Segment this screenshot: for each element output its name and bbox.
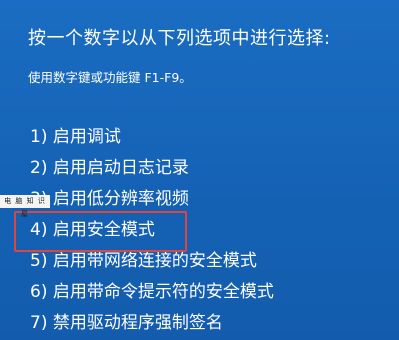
watermark-label: 电 脑 知 识 屋: [0, 195, 50, 218]
option-number: 1): [30, 127, 48, 147]
option-label: 启用带命令提示符的安全模式: [52, 282, 274, 302]
option-number: 6): [30, 282, 48, 302]
selection-prompt: 按一个数字以从下列选项中进行选择:: [28, 28, 331, 49]
option-safe-mode-with-command-prompt[interactable]: 6) 启用带命令提示符的安全模式: [30, 279, 274, 305]
option-label: 启用带网络连接的安全模式: [52, 251, 257, 271]
startup-settings-screen: 按一个数字以从下列选项中进行选择: 使用数字键或功能键 F1-F9。 1) 启用…: [0, 0, 399, 340]
option-enable-boot-logging[interactable]: 2) 启用启动日志记录: [30, 155, 189, 181]
option-label: 启用启动日志记录: [52, 158, 189, 178]
option-label: 启用调试: [52, 127, 121, 147]
option-disable-driver-signature-enforcement[interactable]: 7) 禁用驱动程序强制签名: [30, 310, 223, 336]
option-enable-debugging[interactable]: 1) 启用调试: [30, 124, 121, 150]
selected-option-highlight: [14, 211, 187, 252]
option-number: 7): [30, 313, 48, 333]
key-hint: 使用数字键或功能键 F1-F9。: [28, 70, 192, 85]
option-number: 2): [30, 158, 48, 178]
option-label: 启用低分辨率视频: [52, 189, 189, 209]
option-label: 禁用驱动程序强制签名: [52, 313, 223, 333]
option-enable-low-resolution-video[interactable]: 3) 启用低分辨率视频: [30, 186, 189, 212]
